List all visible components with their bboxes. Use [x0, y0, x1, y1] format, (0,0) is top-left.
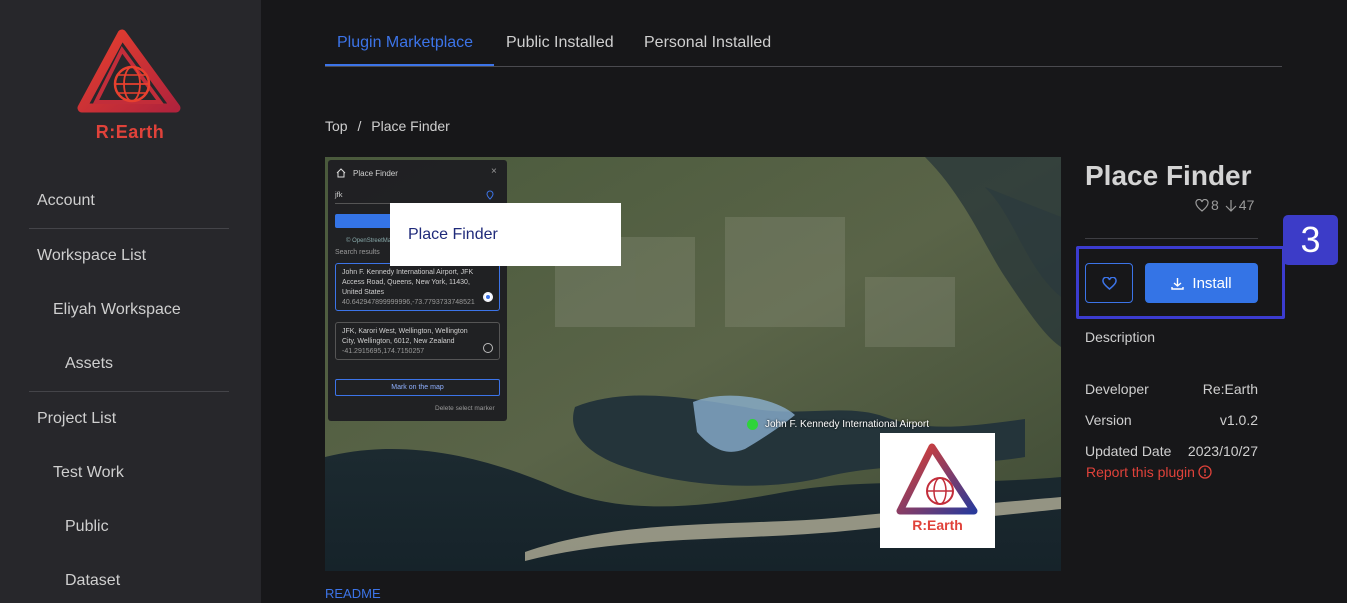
reearth-logo[interactable]: R:Earth [76, 28, 184, 146]
sidebar: R:Earth Account Workspace List Eliyah Wo… [0, 0, 261, 603]
tab-bar: Plugin Marketplace Public Installed Pers… [325, 26, 1282, 67]
readme-tab[interactable]: README [325, 586, 381, 601]
tab-plugin-marketplace[interactable]: Plugin Marketplace [337, 34, 473, 52]
updated-date-label: Updated Date [1085, 443, 1172, 459]
report-label: Report this plugin [1086, 464, 1195, 480]
sidebar-item-test-work[interactable]: Test Work [53, 464, 124, 482]
result-text: JFK, Karori West, Wellington, Wellington… [342, 328, 468, 345]
panel-search-input: jfk [335, 190, 480, 204]
panel-results-label: Search results [335, 249, 380, 256]
version-value: v1.0.2 [1219, 412, 1258, 428]
result-radio [483, 292, 493, 302]
annotation-highlight [1076, 246, 1285, 319]
version-label: Version [1085, 412, 1132, 428]
result-coords: 40.642947899999996,-73.7793733748521 [342, 299, 475, 306]
plugin-stats: 8 47 [1195, 197, 1254, 213]
sidebar-item-account[interactable]: Account [37, 192, 95, 210]
exclamation-circle-icon [1198, 465, 1212, 479]
hero-logo-card: R:Earth [880, 433, 995, 548]
tab-personal-installed[interactable]: Personal Installed [644, 34, 771, 52]
likes-count: 8 [1211, 197, 1219, 213]
tab-public-installed[interactable]: Public Installed [506, 34, 614, 52]
annotation-badge: 3 [1283, 215, 1338, 265]
downloads-stat: 47 [1225, 197, 1255, 213]
version-row: Version v1.0.2 [1085, 412, 1258, 428]
logo-text: R:Earth [95, 122, 165, 142]
developer-value: Re:Earth [1202, 381, 1258, 397]
downloads-count: 47 [1238, 197, 1255, 213]
breadcrumb-separator: / [357, 118, 362, 134]
breadcrumb-current: Place Finder [371, 118, 450, 134]
panel-title: Place Finder [353, 169, 398, 178]
panel-attribution: © OpenStreetMap [346, 238, 395, 244]
panel-mark-button: Mark on the map [335, 379, 500, 396]
result-coords: -41.2915695,174.7150257 [342, 348, 425, 355]
panel-result-item: John F. Kennedy International Airport, J… [335, 263, 500, 311]
sidebar-item-eliyah-workspace[interactable]: Eliyah Workspace [53, 301, 181, 319]
close-icon: × [491, 166, 497, 177]
likes-stat: 8 [1195, 197, 1219, 213]
sidebar-item-workspace-list[interactable]: Workspace List [37, 247, 146, 265]
result-radio [483, 343, 493, 353]
plugin-hero-image: Place Finder × jfk © OpenStreetMap Searc… [325, 157, 1061, 571]
sidebar-item-dataset[interactable]: Dataset [65, 572, 120, 590]
developer-row: Developer Re:Earth [1085, 381, 1258, 397]
plugin-title: Place Finder [1085, 160, 1252, 191]
sidebar-divider [29, 228, 229, 229]
panel-result-item: JFK, Karori West, Wellington, Wellington… [335, 322, 500, 360]
home-icon [336, 168, 346, 180]
breadcrumb-top[interactable]: Top [325, 118, 348, 134]
hero-title-card: Place Finder [390, 203, 621, 266]
panel-delete-label: Delete select marker [435, 405, 495, 412]
map-marker [747, 419, 758, 430]
arrow-down-icon [1225, 199, 1237, 212]
active-tab-indicator [325, 64, 494, 66]
updated-date-value: 2023/10/27 [1187, 443, 1258, 459]
heart-icon [1195, 198, 1209, 212]
developer-label: Developer [1085, 381, 1149, 397]
sidebar-item-assets[interactable]: Assets [65, 355, 113, 373]
panel-search-button [335, 214, 395, 228]
sidebar-item-project-list[interactable]: Project List [37, 410, 116, 428]
breadcrumb: Top / Place Finder [325, 118, 450, 134]
sidebar-item-public[interactable]: Public [65, 518, 109, 536]
description-label: Description [1085, 329, 1156, 345]
hero-logo-text: R:Earth [912, 517, 963, 533]
place-finder-panel: Place Finder × jfk © OpenStreetMap Searc… [328, 160, 507, 421]
location-pin-icon [486, 190, 494, 202]
result-text: John F. Kennedy International Airport, J… [342, 269, 474, 296]
info-divider [1085, 238, 1258, 239]
sidebar-divider [29, 391, 229, 392]
map-label: John F. Kennedy International Airport [765, 419, 929, 430]
reearth-logo-icon [77, 29, 181, 113]
updated-date-row: Updated Date 2023/10/27 [1085, 443, 1258, 459]
report-plugin-link[interactable]: Report this plugin [1086, 464, 1212, 480]
